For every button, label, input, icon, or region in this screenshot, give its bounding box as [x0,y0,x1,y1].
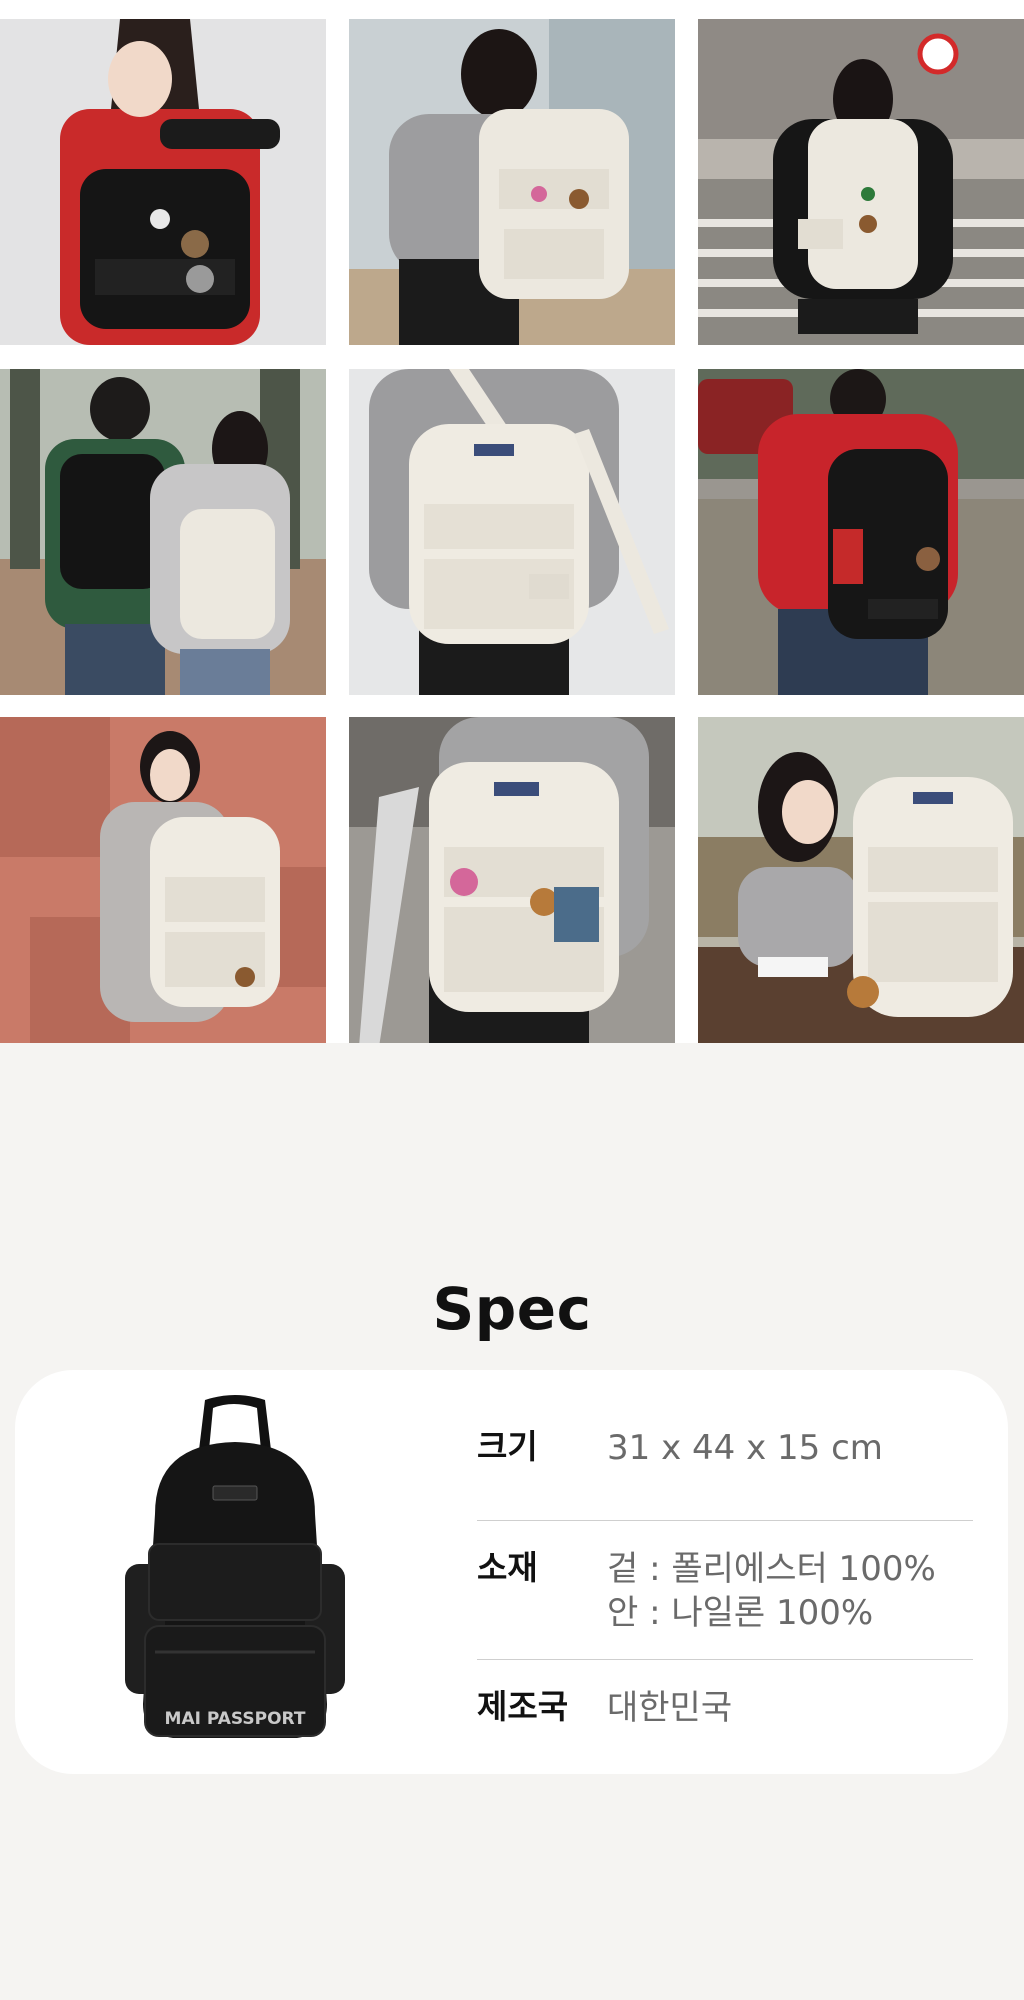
photo-couple-backpacks [0,369,326,695]
spec-row-origin: 제조국 대한민국 [477,1660,973,1750]
spec-label-material: 소재 [477,1548,538,1587]
spec-title: Spec [432,1275,592,1343]
spec-label-size: 크기 [477,1427,538,1466]
spec-value-material: 겉 : 폴리에스터 100% 안 : 나일론 100% [607,1549,936,1633]
spec-card: MAI PASSPORT 크기 31 x 44 x 15 cm 소재 겉 : 폴… [15,1370,1008,1774]
photo-white-backpack-keychains [349,717,675,1043]
photo-white-backpack-table [698,717,1024,1043]
photo-black-backpack-jersey [0,19,326,345]
product-brand-text: MAI PASSPORT [165,1709,306,1729]
photo-black-backpack-back [698,369,1024,695]
photo-white-backpack-sweater [349,19,675,345]
photo-white-backpack-red-wall [0,717,326,1043]
spec-table: 크기 31 x 44 x 15 cm 소재 겉 : 폴리에스터 100% 안 :… [477,1400,973,1750]
spec-value-size: 31 x 44 x 15 cm [607,1428,883,1468]
photo-white-backpack-street [698,19,1024,345]
product-image-black-backpack: MAI PASSPORT [125,1395,345,1738]
photo-gallery [0,0,1024,1043]
photo-white-backpack-closeup [349,369,675,695]
spec-label-origin: 제조국 [477,1687,569,1726]
spec-row-size: 크기 31 x 44 x 15 cm [477,1400,973,1521]
spec-row-material: 소재 겉 : 폴리에스터 100% 안 : 나일론 100% [477,1521,973,1660]
spec-value-origin: 대한민국 [607,1688,733,1728]
